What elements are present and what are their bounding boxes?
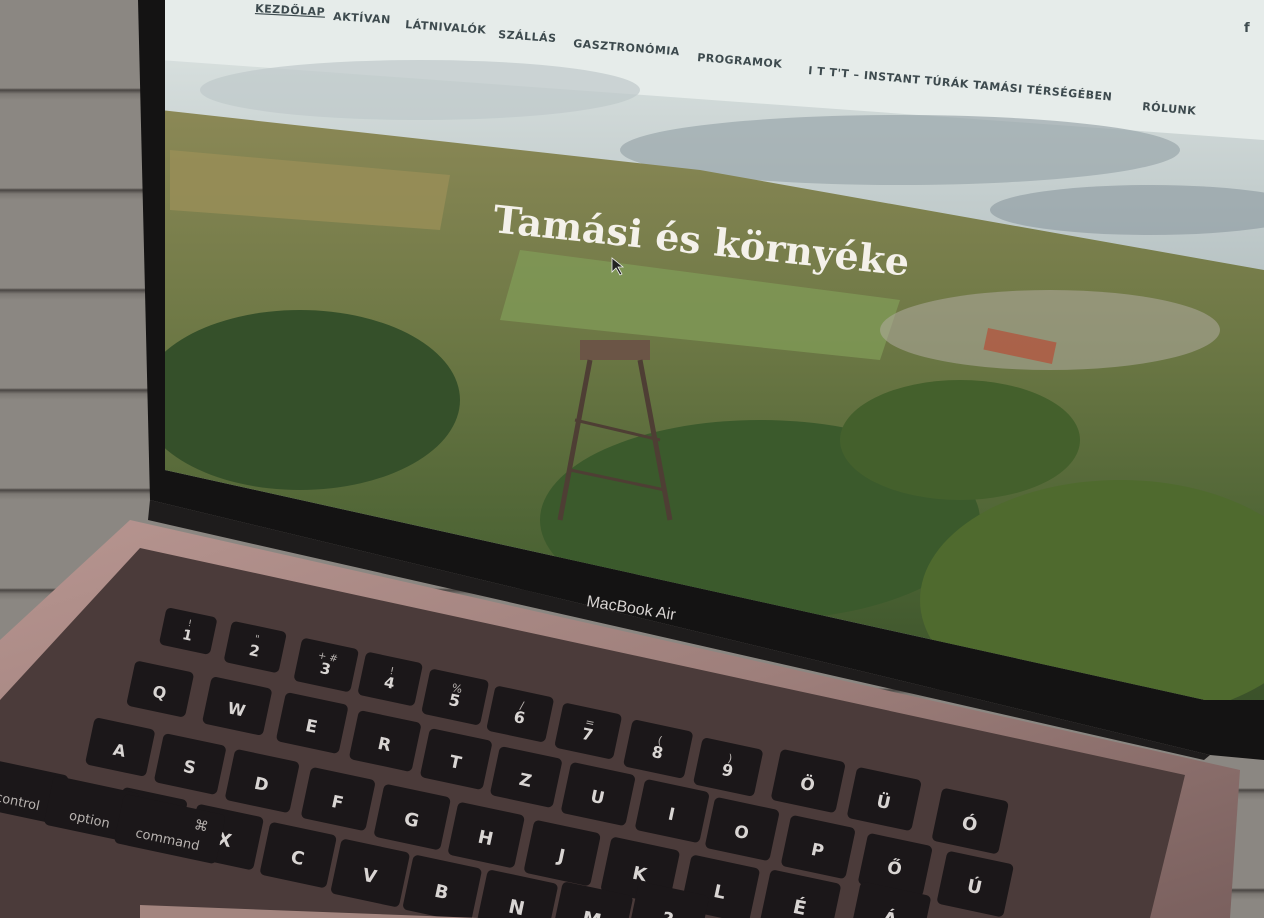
facebook-icon[interactable]: f bbox=[1244, 21, 1250, 36]
laptop-photo: KEZDŐLAP AKTÍVAN LÁTNIVALÓK SZÁLLÁS GASZ… bbox=[0, 0, 1264, 918]
